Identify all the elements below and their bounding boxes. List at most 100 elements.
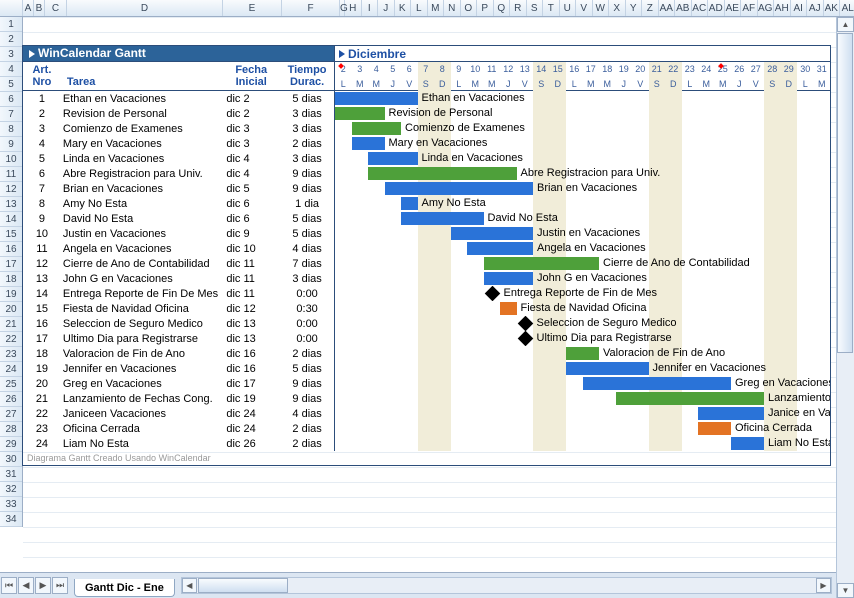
task-number[interactable]: 5 <box>23 153 61 165</box>
task-duration[interactable]: 2 dias <box>280 423 334 435</box>
task-number[interactable]: 8 <box>23 198 61 210</box>
task-start[interactable]: dic 13 <box>222 333 280 345</box>
col-header-P[interactable]: P <box>477 0 494 16</box>
task-duration[interactable]: 5 dias <box>280 363 334 375</box>
tab-nav-first[interactable]: ⏮ <box>1 577 17 594</box>
task-name[interactable]: Mary en Vacaciones <box>61 138 222 150</box>
task-number[interactable]: 12 <box>23 258 61 270</box>
gantt-bar[interactable] <box>401 212 484 225</box>
row-header-2[interactable]: 2 <box>0 32 22 47</box>
col-header-AI[interactable]: AI <box>791 0 808 16</box>
task-name[interactable]: Angela en Vacaciones <box>61 243 222 255</box>
row-header-4[interactable]: 4 <box>0 62 22 77</box>
task-duration[interactable]: 9 dias <box>280 393 334 405</box>
task-name[interactable]: Fiesta de Navidad Oficina <box>61 303 222 315</box>
tab-nav-last[interactable]: ⏭ <box>52 577 68 594</box>
vscroll-thumb[interactable] <box>837 33 853 353</box>
col-header-W[interactable]: W <box>593 0 610 16</box>
col-header-E[interactable]: E <box>223 0 282 16</box>
row-header-28[interactable]: 28 <box>0 422 22 437</box>
gantt-bar[interactable] <box>566 362 649 375</box>
row-header-30[interactable]: 30 <box>0 452 22 467</box>
milestone-icon[interactable] <box>517 316 533 331</box>
task-number[interactable]: 18 <box>23 348 61 360</box>
scroll-up-button[interactable]: ▲ <box>837 17 854 32</box>
task-start[interactable]: dic 11 <box>222 258 280 270</box>
row-header-5[interactable]: 5 <box>0 77 22 92</box>
row-header-24[interactable]: 24 <box>0 362 22 377</box>
task-name[interactable]: Liam No Esta <box>61 438 222 450</box>
task-start[interactable]: dic 6 <box>222 213 280 225</box>
gantt-bar[interactable] <box>352 137 385 150</box>
task-number[interactable]: 19 <box>23 363 61 375</box>
row-header-22[interactable]: 22 <box>0 332 22 347</box>
task-start[interactable]: dic 4 <box>222 153 280 165</box>
gantt-bar[interactable] <box>484 272 534 285</box>
row-header-27[interactable]: 27 <box>0 407 22 422</box>
row-header-18[interactable]: 18 <box>0 272 22 287</box>
row-header-25[interactable]: 25 <box>0 377 22 392</box>
task-name[interactable]: Abre Registracion para Univ. <box>61 168 222 180</box>
task-name[interactable]: Cierre de Ano de Contabilidad <box>61 258 222 270</box>
task-name[interactable]: John G en Vacaciones <box>61 273 222 285</box>
task-name[interactable]: David No Esta <box>61 213 222 225</box>
task-name[interactable]: Valoracion de Fin de Ano <box>61 348 222 360</box>
task-number[interactable]: 9 <box>23 213 61 225</box>
row-header-16[interactable]: 16 <box>0 242 22 257</box>
row-header-12[interactable]: 12 <box>0 182 22 197</box>
gantt-bar[interactable] <box>698 422 731 435</box>
task-duration[interactable]: 0:00 <box>280 333 334 345</box>
task-number[interactable]: 3 <box>23 123 61 135</box>
task-number[interactable]: 21 <box>23 393 61 405</box>
task-name[interactable]: Justin en Vacaciones <box>61 228 222 240</box>
task-duration[interactable]: 1 dia <box>280 198 334 210</box>
task-number[interactable]: 16 <box>23 318 61 330</box>
task-duration[interactable]: 0:00 <box>280 318 334 330</box>
task-start[interactable]: dic 4 <box>222 168 280 180</box>
task-number[interactable]: 2 <box>23 108 61 120</box>
task-start[interactable]: dic 3 <box>222 138 280 150</box>
col-header-Q[interactable]: Q <box>494 0 511 16</box>
row-header-32[interactable]: 32 <box>0 482 22 497</box>
task-name[interactable]: Comienzo de Examenes <box>61 123 222 135</box>
col-header-A[interactable]: A <box>23 0 34 16</box>
horizontal-scrollbar[interactable]: ◀ ▶ <box>181 577 832 594</box>
task-start[interactable]: dic 9 <box>222 228 280 240</box>
vertical-scrollbar[interactable]: ▲ ▼ <box>836 17 854 598</box>
task-duration[interactable]: 9 dias <box>280 168 334 180</box>
col-header-V[interactable]: V <box>576 0 593 16</box>
gantt-bar[interactable] <box>467 242 533 255</box>
gantt-bar[interactable] <box>583 377 732 390</box>
task-name[interactable]: Jennifer en Vacaciones <box>61 363 222 375</box>
row-header-26[interactable]: 26 <box>0 392 22 407</box>
gantt-bar[interactable] <box>335 92 418 105</box>
task-duration[interactable]: 4 dias <box>280 243 334 255</box>
gantt-bar[interactable] <box>368 152 418 165</box>
gantt-bar[interactable] <box>616 392 765 405</box>
gantt-bar[interactable] <box>500 302 517 315</box>
task-name[interactable]: Linda en Vacaciones <box>61 153 222 165</box>
task-number[interactable]: 1 <box>23 93 61 105</box>
task-number[interactable]: 13 <box>23 273 61 285</box>
col-header-L[interactable]: L <box>411 0 428 16</box>
col-header-AC[interactable]: AC <box>692 0 709 16</box>
scroll-right-button[interactable]: ▶ <box>816 578 831 593</box>
col-header-H[interactable]: H <box>345 0 362 16</box>
task-start[interactable]: dic 11 <box>222 273 280 285</box>
task-start[interactable]: dic 5 <box>222 183 280 195</box>
hscroll-thumb[interactable] <box>198 578 288 593</box>
col-header-AL[interactable]: AL <box>840 0 854 16</box>
task-name[interactable]: Oficina Cerrada <box>61 423 222 435</box>
select-all-corner[interactable] <box>0 0 23 16</box>
task-name[interactable]: Greg en Vacaciones <box>61 378 222 390</box>
header-tarea[interactable]: Tarea <box>61 62 222 90</box>
gantt-bar[interactable] <box>698 407 764 420</box>
col-header-Z[interactable]: Z <box>642 0 659 16</box>
header-nro[interactable]: Art.Nro <box>23 62 61 90</box>
task-number[interactable]: 10 <box>23 228 61 240</box>
task-number[interactable]: 7 <box>23 183 61 195</box>
tab-nav-prev[interactable]: ◀ <box>18 577 34 594</box>
row-header-34[interactable]: 34 <box>0 512 22 527</box>
gantt-bar[interactable] <box>368 167 517 180</box>
task-start[interactable]: dic 24 <box>222 408 280 420</box>
